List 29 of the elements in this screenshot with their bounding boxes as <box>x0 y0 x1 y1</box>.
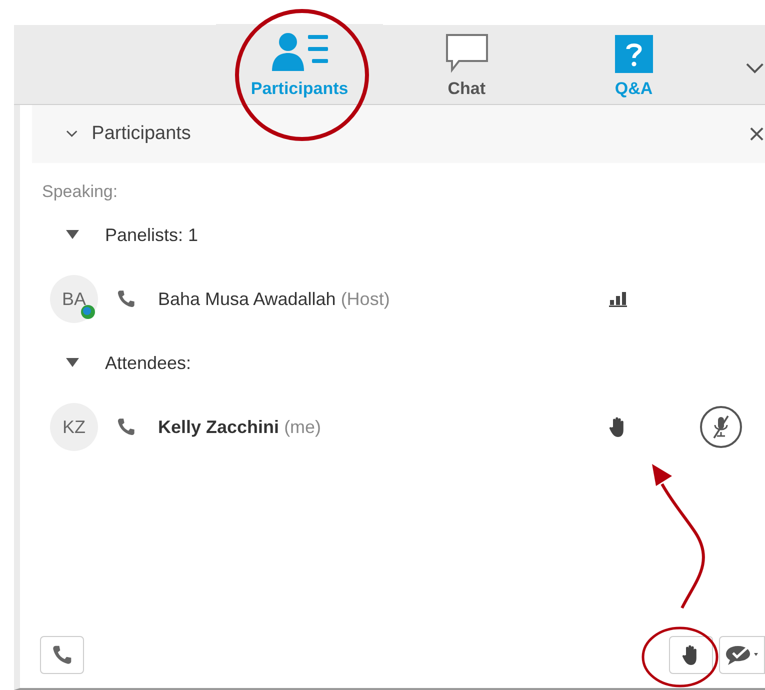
speech-bubble-icon <box>444 32 489 72</box>
chevron-down-icon[interactable] <box>66 130 78 138</box>
close-icon[interactable] <box>749 126 765 142</box>
expanded-triangle-icon[interactable] <box>66 230 79 240</box>
feedback-menu-button[interactable] <box>719 636 765 674</box>
expanded-triangle-icon[interactable] <box>66 358 79 368</box>
raise-hand-button[interactable] <box>669 636 713 674</box>
group-heading: Panelists: 1 <box>105 224 198 246</box>
participant-role: (Host) <box>340 288 390 308</box>
phone-button[interactable] <box>40 636 84 674</box>
avatar: KZ <box>50 403 98 451</box>
chevron-down-icon[interactable] <box>745 62 765 74</box>
phone-icon <box>116 289 136 309</box>
toolbar-tab[interactable]: Q&A <box>550 24 718 104</box>
group-heading: Attendees: <box>105 352 192 374</box>
phone-icon <box>51 644 73 666</box>
mute-button[interactable] <box>700 406 742 448</box>
participant-role: (me) <box>284 416 322 436</box>
speaking-label: Speaking: <box>42 181 119 203</box>
question-icon <box>614 34 653 72</box>
participant-name: Kelly Zacchini <box>158 416 280 436</box>
avatar: BA <box>50 275 98 323</box>
speech-check-icon <box>724 644 760 666</box>
participant-name: Baha Musa Awadallah <box>158 288 336 308</box>
panel-title: Participants <box>92 122 192 146</box>
phone-icon <box>116 417 136 437</box>
participants-icon <box>272 30 328 72</box>
muted-microphone-icon <box>711 415 731 439</box>
toolbar-tab[interactable]: Chat <box>383 24 550 104</box>
